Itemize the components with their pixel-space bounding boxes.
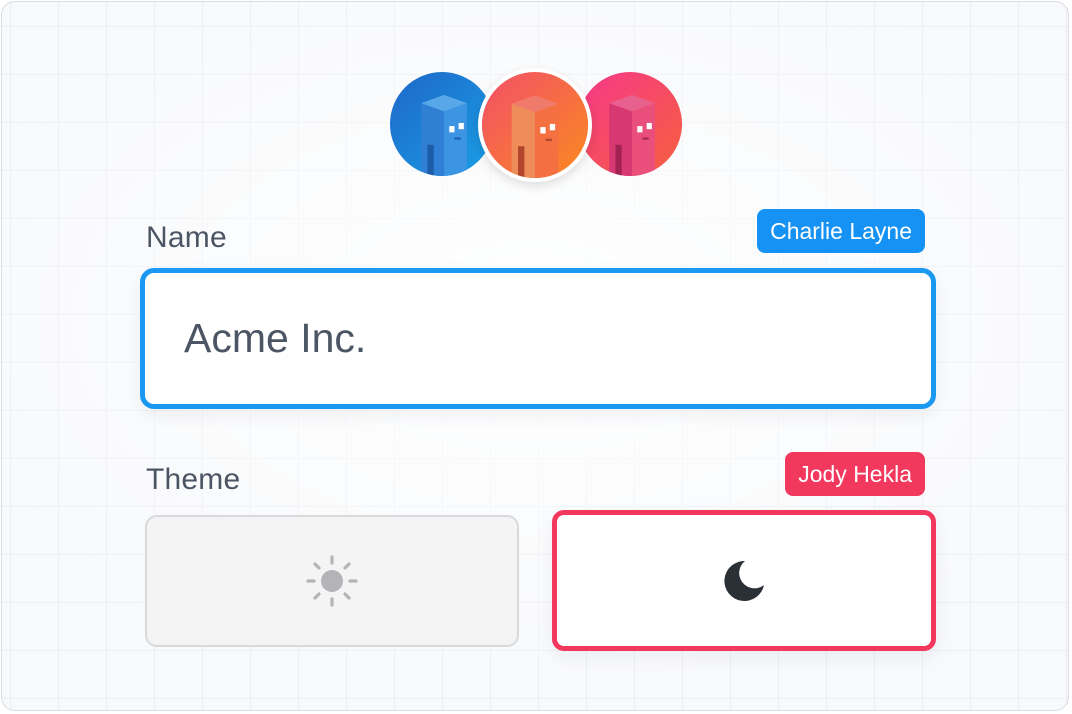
sun-icon [306,555,358,607]
theme-dark-option[interactable] [552,510,936,651]
moon-icon [724,560,764,601]
collaborator-tag-jody: Jody Hekla [785,452,925,496]
collaboration-card: Name Charlie Layne Acme Inc. Theme Jody … [1,1,1069,711]
building-avatar-orange-icon [482,72,588,178]
building-avatar-pink-icon [578,72,682,176]
avatar-orange[interactable] [478,68,592,182]
name-input-value: Acme Inc. [184,315,367,361]
theme-light-option[interactable] [145,515,519,647]
collaborator-tag-charlie: Charlie Layne [757,209,925,253]
theme-label: Theme [146,463,241,496]
collaborator-avatars [390,68,690,188]
avatar-pink[interactable] [578,72,682,176]
name-label: Name [146,221,227,254]
name-input[interactable]: Acme Inc. [140,268,936,409]
